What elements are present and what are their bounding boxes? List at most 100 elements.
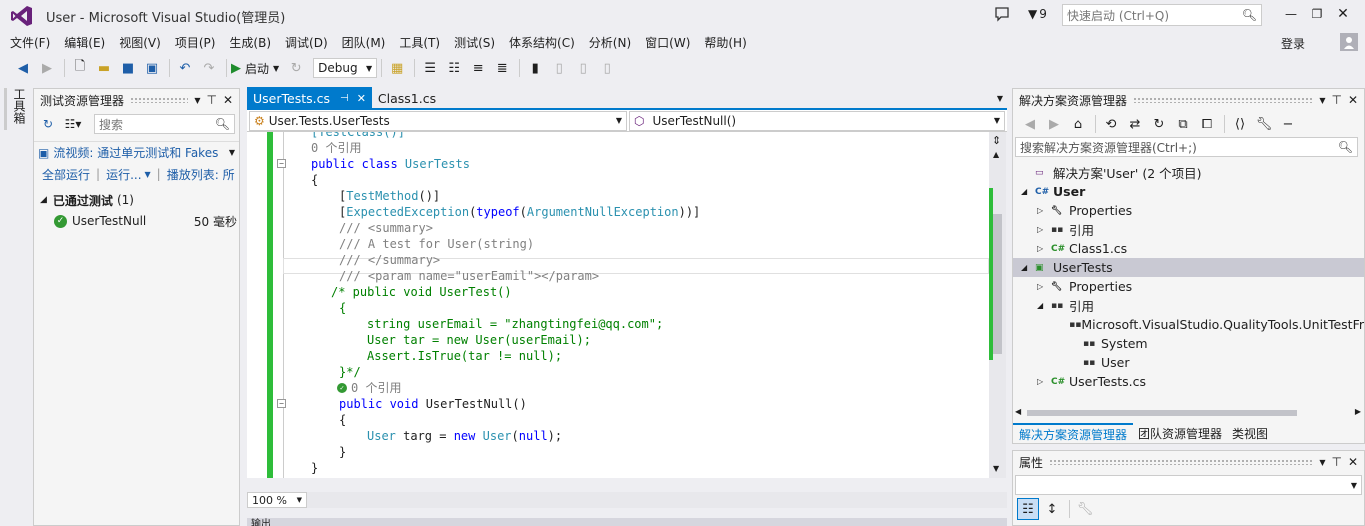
- chevron-down-icon[interactable]: ▼: [1319, 96, 1325, 105]
- open-file-icon[interactable]: ▬: [93, 57, 115, 79]
- close-button[interactable]: ✕: [1330, 6, 1356, 22]
- horizontal-scrollbar[interactable]: ◀ ▶: [1015, 407, 1363, 419]
- prev-bookmark-icon[interactable]: ▯: [548, 57, 570, 79]
- code-line[interactable]: − public void UserTestNull(): [247, 396, 987, 412]
- close-icon[interactable]: ✕: [1348, 455, 1358, 469]
- pin-icon[interactable]: ⊤: [1331, 455, 1341, 469]
- code-line[interactable]: }*/: [247, 364, 987, 380]
- tree-node[interactable]: ◢ C# User: [1013, 182, 1364, 201]
- scroll-right-icon[interactable]: ▶: [1355, 407, 1361, 416]
- restore-button[interactable]: ❐: [1304, 7, 1330, 21]
- test-search-input[interactable]: 搜索 🔍︎: [94, 114, 235, 134]
- tree-node[interactable]: ▪▪ User: [1013, 353, 1364, 372]
- categorized-icon[interactable]: ☷: [1017, 498, 1039, 520]
- start-button[interactable]: ▶ 启动 ▼: [231, 60, 279, 77]
- tree-node[interactable]: ▪▪ System: [1013, 334, 1364, 353]
- menu-item[interactable]: 编辑(E): [64, 34, 105, 51]
- refresh-tests-icon[interactable]: ↻: [38, 117, 58, 131]
- properties-icon[interactable]: 🔧︎: [1253, 113, 1275, 135]
- menu-item[interactable]: 生成(B): [229, 34, 271, 51]
- feedback-icon[interactable]: [994, 6, 1010, 22]
- pin-icon[interactable]: ⊤: [1331, 93, 1341, 107]
- menu-item[interactable]: 工具(T): [399, 34, 440, 51]
- new-project-icon[interactable]: 🗋︎: [69, 57, 91, 79]
- playlist-link[interactable]: 播放列表: 所: [167, 166, 235, 183]
- menu-item[interactable]: 团队(M): [342, 34, 386, 51]
- menu-item[interactable]: 测试(S): [454, 34, 495, 51]
- code-line[interactable]: }: [247, 444, 987, 460]
- undo-icon[interactable]: ↶: [174, 57, 196, 79]
- group-by-icon[interactable]: ☷▾: [58, 117, 88, 131]
- notifications-button[interactable]: ▼ 9: [1028, 7, 1047, 21]
- minus-icon[interactable]: −: [1277, 113, 1299, 135]
- menu-item[interactable]: 调试(D): [285, 34, 328, 51]
- tree-node[interactable]: ▷ 🔧︎ Properties: [1013, 277, 1364, 296]
- code-editor[interactable]: [TestClass()] 0 个引用 − public class UserTest…: [247, 132, 989, 478]
- comment-icon[interactable]: ☰: [419, 57, 441, 79]
- tree-node[interactable]: ◢ ▪▪ 引用: [1013, 296, 1364, 315]
- run-link[interactable]: 运行...: [106, 166, 141, 183]
- next-bookmark-icon[interactable]: ▯: [572, 57, 594, 79]
- collapse-all-icon[interactable]: ⧉: [1172, 113, 1194, 135]
- expand-icon[interactable]: ▷: [1037, 377, 1051, 386]
- object-select[interactable]: ▼: [1015, 475, 1362, 495]
- outdent-icon[interactable]: ≣: [491, 57, 513, 79]
- save-icon[interactable]: ■: [117, 57, 139, 79]
- bookmark-icon[interactable]: ▮: [524, 57, 546, 79]
- tab-list-icon[interactable]: ▼: [997, 94, 1003, 103]
- close-icon[interactable]: ✕: [1348, 93, 1358, 107]
- code-line[interactable]: {: [247, 172, 987, 188]
- refresh-icon[interactable]: ↻: [285, 57, 307, 79]
- passed-tests-group[interactable]: ◢ 已通过测试 (1): [34, 189, 239, 211]
- code-line[interactable]: {: [247, 412, 987, 428]
- scroll-down-icon[interactable]: ▼: [993, 464, 999, 473]
- scroll-up-icon[interactable]: ▲: [993, 150, 999, 159]
- code-line[interactable]: /// </summary>: [247, 252, 987, 268]
- history-icon[interactable]: ⟲: [1100, 113, 1122, 135]
- tab-class1[interactable]: Class1.cs: [372, 87, 442, 109]
- menu-item[interactable]: 文件(F): [10, 34, 50, 51]
- code-line[interactable]: [TestClass()]: [247, 132, 987, 140]
- tree-node[interactable]: ▭ 解决方案'User' (2 个项目): [1013, 163, 1364, 182]
- code-line[interactable]: {: [247, 300, 987, 316]
- code-line[interactable]: User targ = new User(null);: [247, 428, 987, 444]
- pin-icon[interactable]: ⊣: [340, 93, 349, 104]
- test-item[interactable]: ✓ UserTestNull 50 毫秒: [34, 211, 239, 231]
- menu-item[interactable]: 分析(N): [589, 34, 631, 51]
- pin-icon[interactable]: ⊤: [206, 93, 216, 107]
- login-link[interactable]: 登录: [1281, 35, 1305, 52]
- chevron-down-icon[interactable]: ▼: [229, 148, 235, 157]
- tree-node[interactable]: ▷ 🔧︎ Properties: [1013, 201, 1364, 220]
- tab-usertests[interactable]: UserTests.cs ⊣ ✕: [247, 87, 372, 109]
- code-line[interactable]: ✓ 0 个引用: [247, 380, 987, 396]
- split-icon[interactable]: ⇕: [992, 134, 1001, 147]
- alphabetical-icon[interactable]: ↕: [1041, 498, 1063, 520]
- menu-item[interactable]: 视图(V): [119, 34, 161, 51]
- menu-item[interactable]: 帮助(H): [704, 34, 746, 51]
- collapse-icon[interactable]: ◢: [1021, 187, 1035, 196]
- redo-icon[interactable]: ↷: [198, 57, 220, 79]
- tab-class-view[interactable]: 类视图: [1227, 425, 1273, 442]
- property-pages-icon[interactable]: 🔧︎: [1074, 498, 1096, 520]
- code-line[interactable]: − public class UserTests: [247, 156, 987, 172]
- code-line[interactable]: /// <summary>: [247, 220, 987, 236]
- code-line[interactable]: /// <param name="userEamil"></param>: [247, 268, 987, 284]
- expand-icon[interactable]: ▷: [1037, 282, 1051, 291]
- code-line[interactable]: /* public void UserTest(): [247, 284, 987, 300]
- menu-item[interactable]: 体系结构(C): [509, 34, 575, 51]
- tree-node[interactable]: ▷ ▪▪ 引用: [1013, 220, 1364, 239]
- tree-node[interactable]: ▷ C# Class1.cs: [1013, 239, 1364, 258]
- code-line[interactable]: }: [247, 460, 987, 476]
- indent-icon[interactable]: ≡: [467, 57, 489, 79]
- video-link[interactable]: 流视频: 通过单元测试和 Fakes: [53, 144, 229, 161]
- uncomment-icon[interactable]: ☷: [443, 57, 465, 79]
- find-icon[interactable]: ▦: [386, 57, 408, 79]
- forward-icon[interactable]: ▶: [36, 57, 58, 79]
- close-icon[interactable]: ✕: [223, 93, 233, 107]
- code-line[interactable]: [ExpectedException(typeof(ArgumentNullEx…: [247, 204, 987, 220]
- code-text[interactable]: [TestClass()] 0 个引用 − public class UserTest…: [247, 132, 987, 478]
- clear-bookmark-icon[interactable]: ▯: [596, 57, 618, 79]
- close-tab-icon[interactable]: ✕: [357, 92, 366, 105]
- tab-team-explorer[interactable]: 团队资源管理器: [1133, 425, 1227, 442]
- code-line[interactable]: }: [247, 476, 987, 478]
